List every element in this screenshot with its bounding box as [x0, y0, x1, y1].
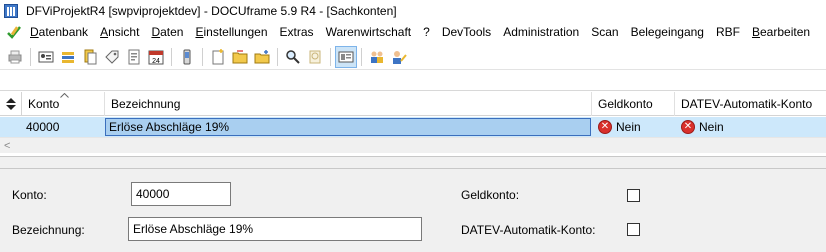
pencil-check-icon[interactable]: [6, 24, 22, 40]
filter-strip: [0, 71, 826, 91]
accounts-grid: Konto Bezeichnung Geldkonto DATEV-Automa…: [0, 92, 826, 156]
bezeichnung-label: Bezeichnung:: [12, 223, 85, 237]
menu-warenwirtschaft[interactable]: Warenwirtschaft: [320, 22, 418, 42]
geldkonto-checkbox[interactable]: [627, 189, 640, 202]
cell-geldkonto[interactable]: ✕ Nein: [594, 117, 674, 137]
toolbar-separator: [277, 47, 278, 66]
view-mode-icon[interactable]: [335, 45, 357, 68]
column-header-geldkonto[interactable]: Geldkonto: [592, 92, 675, 116]
print-icon[interactable]: [4, 46, 26, 68]
calendar-icon[interactable]: 24: [145, 46, 167, 68]
sort-toggle-icon[interactable]: [0, 92, 22, 116]
panel-splitter[interactable]: [0, 156, 826, 168]
menu-devtools[interactable]: DevTools: [436, 22, 497, 42]
stack-icon[interactable]: [57, 46, 79, 68]
report-icon[interactable]: [123, 46, 145, 68]
no-icon: ✕: [681, 120, 695, 134]
new-document-icon[interactable]: [207, 46, 229, 68]
sort-ascending-icon: [60, 93, 69, 98]
cell-datev-label: Nein: [699, 120, 724, 134]
cell-bezeichnung[interactable]: Erlöse Abschläge 19%: [105, 118, 591, 136]
menu-einstellungen[interactable]: Einstellungen: [189, 22, 273, 42]
toolbar-separator: [30, 47, 31, 66]
find-replace-icon[interactable]: [304, 46, 326, 68]
table-row[interactable]: 40000 Erlöse Abschläge 19% ✕ Nein ✕ Nein: [0, 117, 826, 137]
phone-icon[interactable]: [176, 46, 198, 68]
folder-add-icon[interactable]: [251, 46, 273, 68]
menu-bearbeiten[interactable]: Bearbeiten: [746, 22, 816, 42]
konto-field[interactable]: [131, 182, 231, 206]
cell-datev[interactable]: ✕ Nein: [677, 117, 826, 137]
column-header-bezeichnung[interactable]: Bezeichnung: [105, 92, 592, 116]
toolbar-separator: [202, 47, 203, 66]
no-icon: ✕: [598, 120, 612, 134]
menu-daten[interactable]: Daten: [145, 22, 189, 42]
menu-rbf[interactable]: RBF: [710, 22, 746, 42]
cell-konto[interactable]: 40000: [22, 117, 105, 137]
geldkonto-label: Geldkonto:: [461, 188, 520, 202]
calendar-day-label: 24: [152, 58, 160, 65]
toolbar-separator: [171, 47, 172, 66]
horizontal-scrollbar[interactable]: <: [0, 137, 826, 153]
menu-ansicht[interactable]: Ansicht: [94, 22, 145, 42]
menu-datenbank[interactable]: Datenbank: [24, 22, 94, 42]
column-header-konto[interactable]: Konto: [22, 92, 105, 116]
user-edit-icon[interactable]: [388, 46, 410, 68]
menu-extras[interactable]: Extras: [274, 22, 320, 42]
title-bar: DFViProjektR4 [swpviprojektdev] - DOCUfr…: [0, 0, 826, 22]
tag-icon[interactable]: [101, 46, 123, 68]
detail-form: Konto: Bezeichnung: Geldkonto: DATEV-Aut…: [0, 168, 826, 252]
menu-bar: Datenbank Ansicht Daten Einstellungen Ex…: [0, 22, 826, 42]
toolbar: 24: [0, 44, 826, 70]
column-header-datev[interactable]: DATEV-Automatik-Konto: [675, 92, 826, 116]
menu-help[interactable]: ?: [417, 22, 436, 42]
window-title: DFViProjektR4 [swpviprojektdev] - DOCUfr…: [26, 4, 397, 18]
document-icon[interactable]: [79, 46, 101, 68]
folder-icon[interactable]: [229, 46, 251, 68]
grid-header: Konto Bezeichnung Geldkonto DATEV-Automa…: [0, 92, 826, 116]
datev-checkbox[interactable]: [627, 223, 640, 236]
users-icon[interactable]: [366, 46, 388, 68]
id-card-icon[interactable]: [35, 46, 57, 68]
app-icon: [4, 4, 18, 18]
bezeichnung-field[interactable]: [128, 217, 422, 241]
column-label-konto: Konto: [28, 97, 60, 111]
menu-belegeingang[interactable]: Belegeingang: [625, 22, 710, 42]
toolbar-separator: [330, 47, 331, 66]
scroll-left-icon[interactable]: <: [4, 138, 10, 154]
datev-label: DATEV-Automatik-Konto:: [461, 223, 596, 237]
menu-scan[interactable]: Scan: [585, 22, 624, 42]
toolbar-separator: [361, 47, 362, 66]
menu-administration[interactable]: Administration: [497, 22, 585, 42]
search-icon[interactable]: [282, 46, 304, 68]
konto-label: Konto:: [12, 188, 47, 202]
cell-geldkonto-label: Nein: [616, 120, 641, 134]
